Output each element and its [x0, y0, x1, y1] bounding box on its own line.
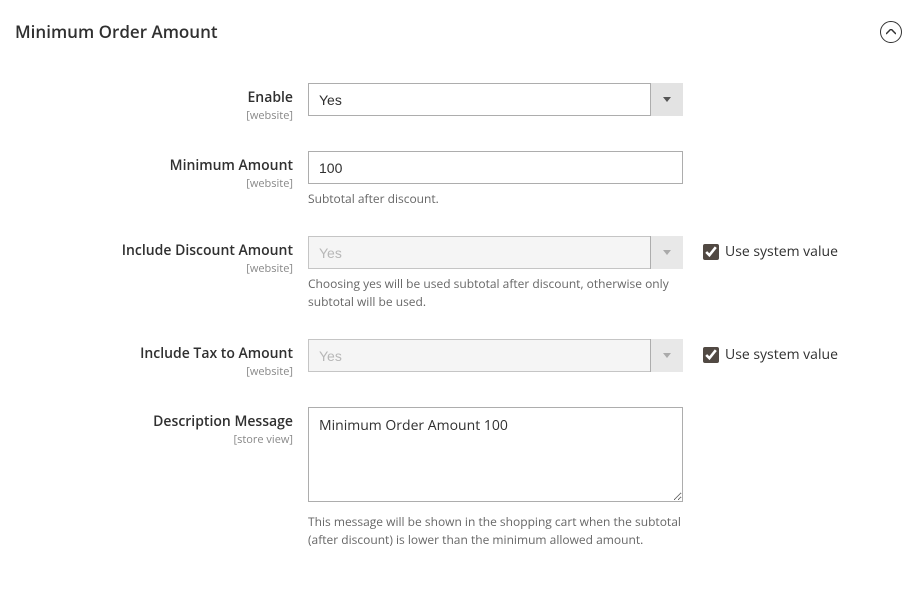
include-tax-select: Yes [308, 339, 683, 372]
description-message-textarea[interactable] [308, 407, 683, 502]
enable-scope: [website] [15, 108, 293, 123]
collapse-toggle[interactable] [880, 21, 902, 43]
include-discount-scope: [website] [15, 261, 293, 276]
section-title: Minimum Order Amount [15, 20, 218, 43]
enable-select[interactable]: Yes [308, 83, 683, 116]
include-tax-system-checkbox[interactable] [703, 347, 719, 363]
include-discount-select: Yes [308, 236, 683, 269]
include-tax-label: Include Tax to Amount [140, 344, 293, 363]
description-message-help: This message will be shown in the shoppi… [308, 513, 683, 549]
include-discount-system-label: Use system value [725, 242, 838, 261]
include-discount-label: Include Discount Amount [122, 241, 293, 260]
enable-label: Enable [247, 88, 293, 107]
include-tax-system-checkbox-wrapper[interactable]: Use system value [703, 345, 838, 364]
minimum-amount-help: Subtotal after discount. [308, 190, 683, 208]
include-discount-system-checkbox-wrapper[interactable]: Use system value [703, 242, 838, 261]
description-message-label: Description Message [153, 412, 293, 431]
description-message-scope: [store view] [15, 432, 293, 447]
minimum-amount-label: Minimum Amount [170, 156, 293, 175]
include-tax-scope: [website] [15, 364, 293, 379]
include-tax-system-label: Use system value [725, 345, 838, 364]
chevron-up-icon [886, 29, 896, 35]
include-discount-help: Choosing yes will be used subtotal after… [308, 275, 683, 311]
include-discount-system-checkbox[interactable] [703, 244, 719, 260]
minimum-amount-scope: [website] [15, 176, 293, 191]
minimum-amount-input[interactable] [308, 151, 683, 184]
